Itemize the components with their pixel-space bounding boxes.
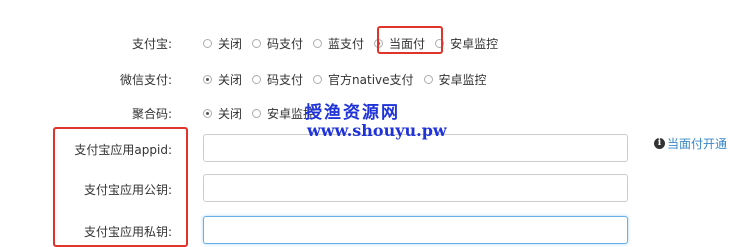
wechat-option-android[interactable]: 安卓监控 [423,71,487,88]
private-key-input[interactable] [203,216,628,244]
annotation-highlight-f2f [377,26,443,54]
radio-icon[interactable] [313,39,323,48]
radio-checked-icon[interactable] [203,75,212,84]
alipay-radio-group: 关闭 码支付 蓝支付 当面付 安卓监控 [203,35,508,52]
watermark-title: 授渔资源网 [305,103,400,123]
f2f-help-link[interactable]: i 当面付开通 [654,135,727,152]
annotation-highlight-key-labels [53,127,188,247]
radio-icon[interactable] [252,109,262,118]
alipay-label: 支付宝: [131,37,172,51]
alipay-option-codepay[interactable]: 码支付 [252,35,303,52]
public-key-input[interactable] [203,174,628,202]
alipay-option-close[interactable]: 关闭 [203,35,242,52]
radio-icon[interactable] [313,75,323,84]
aggregate-label: 聚合码: [131,107,172,121]
f2f-help-text: 当面付开通 [667,137,728,151]
radio-icon[interactable] [423,75,433,84]
wechat-option-native[interactable]: 官方native支付 [313,71,414,88]
alipay-option-android[interactable]: 安卓监控 [435,35,498,52]
alipay-option-bluepay[interactable]: 蓝支付 [313,35,364,52]
wechat-radio-group: 关闭 码支付 官方native支付 安卓监控 [203,71,497,88]
radio-icon[interactable] [203,39,212,48]
wechat-option-close[interactable]: 关闭 [203,71,242,88]
radio-checked-icon[interactable] [203,109,212,118]
aggregate-option-close[interactable]: 关闭 [203,105,242,122]
radio-icon[interactable] [252,75,262,84]
radio-icon[interactable] [252,39,262,48]
wechat-option-codepay[interactable]: 码支付 [252,71,303,88]
watermark-url: www.shouyu.pw [307,121,447,140]
wechat-label: 微信支付: [119,73,172,87]
info-icon: i [654,138,665,149]
